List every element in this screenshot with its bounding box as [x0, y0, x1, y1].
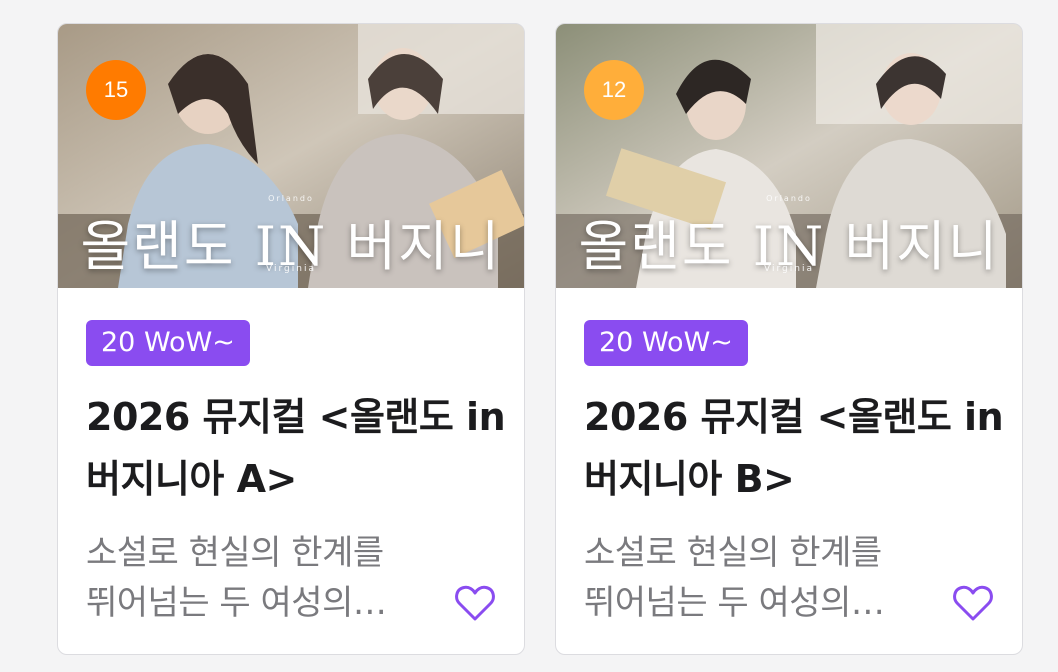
heart-icon[interactable] — [952, 584, 994, 622]
heart-icon[interactable] — [454, 584, 496, 622]
product-card[interactable]: 12 Orlando 올랜도 IN 버지니아 Virginia 20 WoW~ … — [555, 23, 1023, 655]
description-line: 소설로 현실의 한계를 — [86, 533, 384, 573]
poster-subtitle: Virginia — [266, 264, 316, 274]
promo-tag: 20 WoW~ — [584, 320, 748, 366]
product-title[interactable]: 2026 뮤지컬 <올랜도 in 버지니아 B> — [584, 386, 1004, 510]
title-line: 2026 뮤지컬 <올랜도 in — [86, 395, 506, 439]
description-line: 뛰어넘는 두 여성의… — [86, 583, 387, 623]
product-description: 소설로 현실의 한계를 뛰어넘는 두 여성의… — [86, 528, 426, 628]
title-line: 버지니아 A> — [86, 457, 297, 501]
product-title[interactable]: 2026 뮤지컬 <올랜도 in 버지니아 A> — [86, 386, 506, 510]
promo-tag: 20 WoW~ — [86, 320, 250, 366]
poster-image[interactable]: 12 Orlando 올랜도 IN 버지니아 Virginia — [556, 24, 1022, 288]
product-card[interactable]: 15 Orlando 올랜도 IN 버지니아 Virginia 20 WoW~ … — [57, 23, 525, 655]
description-line: 뛰어넘는 두 여성의… — [584, 583, 885, 623]
age-rating-badge: 15 — [86, 60, 146, 120]
title-line: 버지니아 B> — [584, 457, 795, 501]
title-line: 2026 뮤지컬 <올랜도 in — [584, 395, 1004, 439]
product-description: 소설로 현실의 한계를 뛰어넘는 두 여성의… — [584, 528, 924, 628]
product-grid: 15 Orlando 올랜도 IN 버지니아 Virginia 20 WoW~ … — [0, 0, 1058, 672]
poster-title: 올랜도 IN 버지니아 — [80, 215, 502, 278]
poster-title: 올랜도 IN 버지니아 — [578, 215, 1000, 278]
poster-image[interactable]: 15 Orlando 올랜도 IN 버지니아 Virginia — [58, 24, 524, 288]
poster-subtitle: Virginia — [764, 264, 814, 274]
description-line: 소설로 현실의 한계를 — [584, 533, 882, 573]
age-rating-badge: 12 — [584, 60, 644, 120]
